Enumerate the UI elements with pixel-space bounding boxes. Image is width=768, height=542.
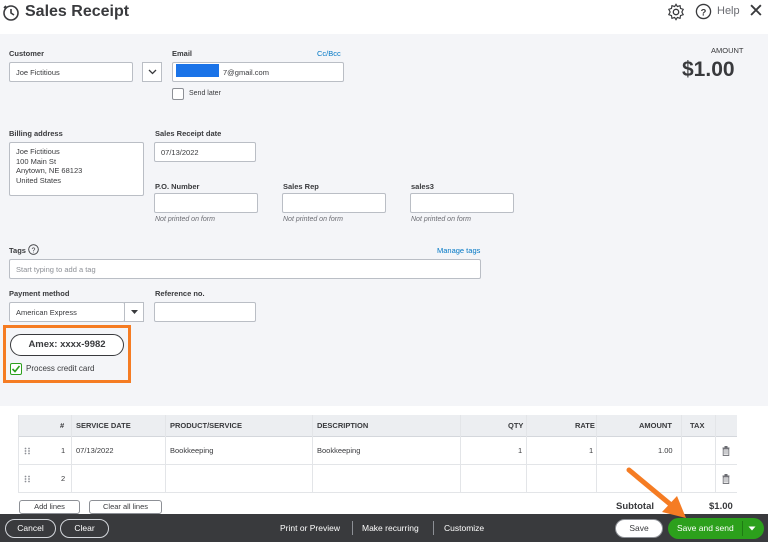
column-header: SERVICE DATE xyxy=(76,421,131,430)
amount-label: AMOUNT xyxy=(711,46,744,55)
clear-button[interactable]: Clear xyxy=(60,519,109,538)
sales-receipt-date-field[interactable]: 07/13/2022 xyxy=(154,142,256,162)
split-divider xyxy=(742,521,743,536)
page-header: Sales Receipt ? Help ✕ xyxy=(0,0,768,30)
column-header: # xyxy=(60,421,65,430)
add-lines-button[interactable]: Add lines xyxy=(19,500,80,514)
product-service-cell[interactable]: Bookkeeping xyxy=(170,437,213,464)
send-later-checkbox[interactable] xyxy=(172,88,184,100)
print-preview-link[interactable]: Print or Preview xyxy=(280,523,340,533)
trash-icon[interactable] xyxy=(722,474,730,484)
po-number-label: P.O. Number xyxy=(155,182,200,191)
help-link[interactable]: Help xyxy=(717,5,740,17)
process-credit-card-checkbox[interactable] xyxy=(10,363,22,375)
column-divider xyxy=(71,415,72,493)
po-number-field[interactable] xyxy=(154,193,258,213)
svg-text:?: ? xyxy=(32,247,36,254)
customize-link[interactable]: Customize xyxy=(444,523,484,533)
save-and-send-button[interactable]: Save and send xyxy=(668,518,764,539)
column-divider xyxy=(715,415,716,493)
customer-select[interactable]: Joe Fictitious xyxy=(9,62,133,82)
sales3-not-printed-hint: Not printed on form xyxy=(411,216,471,223)
description-cell[interactable]: Bookkeeping xyxy=(317,437,360,464)
column-divider xyxy=(312,415,313,493)
billing-line: 100 Main St xyxy=(16,156,57,166)
tags-help-icon[interactable]: ? xyxy=(28,244,39,255)
column-divider xyxy=(526,415,527,493)
ccbcc-link[interactable]: Cc/Bcc xyxy=(317,49,341,58)
column-divider xyxy=(596,415,597,493)
amount-total: $1.00 xyxy=(682,58,735,81)
table-row[interactable]: 2 xyxy=(18,465,737,493)
sales-rep-field[interactable] xyxy=(282,193,386,213)
table-row[interactable]: 1 07/13/2022 Bookkeeping Bookkeeping 1 1… xyxy=(18,437,737,465)
customer-label: Customer xyxy=(9,49,45,58)
billing-line: United States xyxy=(16,175,62,185)
column-header: AMOUNT xyxy=(639,421,672,430)
column-header: QTY xyxy=(508,421,524,430)
billing-address-label: Billing address xyxy=(9,129,63,138)
redaction-bar xyxy=(176,64,219,77)
row-number: 2 xyxy=(61,474,66,483)
po-not-printed-hint: Not printed on form xyxy=(155,216,215,223)
column-header: RATE xyxy=(575,421,595,430)
card-on-file-button[interactable]: Amex: xxxx-9982 xyxy=(10,334,124,356)
sales-rep-label: Sales Rep xyxy=(283,182,319,191)
make-recurring-link[interactable]: Make recurring xyxy=(362,523,419,533)
column-divider xyxy=(18,415,19,493)
tags-input[interactable]: Start typing to add a tag xyxy=(9,259,481,279)
payment-method-select[interactable]: American Express xyxy=(9,302,125,322)
column-divider xyxy=(165,415,166,493)
row-number: 1 xyxy=(61,446,66,455)
customer-dropdown-button[interactable] xyxy=(142,62,162,82)
svg-text:?: ? xyxy=(701,7,707,18)
email-label: Email xyxy=(172,49,193,58)
reference-number-field[interactable] xyxy=(154,302,256,322)
close-icon[interactable]: ✕ xyxy=(748,2,764,21)
checkmark-icon xyxy=(11,365,21,373)
qty-cell[interactable]: 1 xyxy=(518,437,522,464)
service-date-cell[interactable]: 07/13/2022 xyxy=(76,437,114,464)
column-divider xyxy=(681,415,682,493)
sales3-field[interactable] xyxy=(410,193,514,213)
manage-tags-link[interactable]: Manage tags xyxy=(437,246,480,255)
subtotal-label: Subtotal xyxy=(616,501,654,512)
footer-divider xyxy=(433,521,434,535)
subtotal-value: $1.00 xyxy=(709,501,733,512)
trash-icon[interactable] xyxy=(722,446,730,456)
caret-down-icon xyxy=(131,310,138,314)
payment-method-dropdown-button[interactable] xyxy=(124,302,144,322)
column-header: PRODUCT/SERVICE xyxy=(170,421,242,430)
billing-address-field[interactable]: Joe Fictitious 100 Main St Anytown, NE 6… xyxy=(9,142,144,196)
payment-method-label: Payment method xyxy=(9,289,70,298)
sales-rep-not-printed-hint: Not printed on form xyxy=(283,216,343,223)
save-button[interactable]: Save xyxy=(615,519,663,538)
tags-label: Tags xyxy=(9,246,26,255)
help-icon[interactable]: ? xyxy=(695,3,712,20)
sales3-label: sales3 xyxy=(411,182,434,191)
gear-icon[interactable] xyxy=(667,3,685,21)
column-header: TAX xyxy=(690,421,705,430)
page-title: Sales Receipt xyxy=(25,3,130,20)
chevron-down-icon xyxy=(148,69,157,75)
reference-number-label: Reference no. xyxy=(155,289,205,298)
cancel-button[interactable]: Cancel xyxy=(5,519,56,538)
save-and-send-label: Save and send xyxy=(677,523,734,533)
footer-divider xyxy=(352,521,353,535)
billing-line: Anytown, NE 68123 xyxy=(16,166,83,175)
process-credit-card-label: Process credit card xyxy=(26,364,95,373)
send-later-label: Send later xyxy=(189,90,221,97)
table-header-row: # SERVICE DATE PRODUCT/SERVICE DESCRIPTI… xyxy=(18,415,737,437)
clear-all-lines-button[interactable]: Clear all lines xyxy=(89,500,162,514)
sales-receipt-icon xyxy=(3,5,19,21)
drag-handle-icon[interactable] xyxy=(24,447,31,455)
amount-cell[interactable]: 1.00 xyxy=(658,437,673,464)
rate-cell[interactable]: 1 xyxy=(589,437,593,464)
drag-handle-icon[interactable] xyxy=(24,475,31,483)
sales-receipt-date-label: Sales Receipt date xyxy=(155,129,222,138)
column-header: DESCRIPTION xyxy=(317,421,369,430)
column-divider xyxy=(460,415,461,493)
caret-down-icon[interactable] xyxy=(748,526,756,531)
billing-line: Joe Fictitious xyxy=(16,147,60,156)
